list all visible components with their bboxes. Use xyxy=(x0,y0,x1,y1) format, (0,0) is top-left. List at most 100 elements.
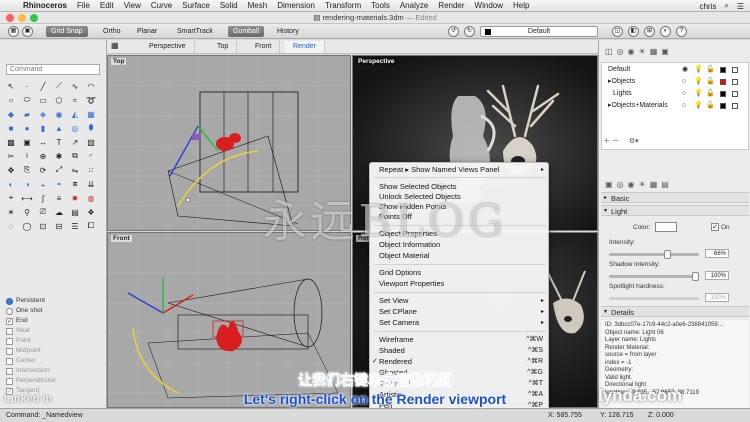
menu-item-object-material[interactable]: Object Material xyxy=(370,251,550,261)
osnap-perpendicular[interactable]: Perpendicular xyxy=(6,376,102,386)
lock-icon[interactable]: 🔓 xyxy=(706,101,715,111)
menu-dimension[interactable]: Dimension xyxy=(277,1,315,10)
menu-window[interactable]: Window xyxy=(475,1,503,10)
intensity-slider[interactable] xyxy=(609,250,699,259)
ortho-button[interactable]: Ortho xyxy=(98,26,126,37)
extrude-icon[interactable]: ▰ xyxy=(20,108,34,120)
show-icon[interactable]: ◯ xyxy=(20,220,34,232)
layer-material-swatch[interactable] xyxy=(732,67,738,73)
decal-props-icon[interactable]: ▤ xyxy=(661,180,669,189)
decal-icon[interactable]: ❖ xyxy=(84,206,98,218)
menu-item-set-cplane[interactable]: Set CPlane ▸ xyxy=(370,307,550,317)
plane-icon[interactable]: ◆ xyxy=(4,108,18,120)
layer-material-swatch[interactable] xyxy=(732,79,738,85)
lock-icon[interactable]: ⊡ xyxy=(36,220,50,232)
menu-item-repeat[interactable]: Repeat ▸ Show Named Views Panel ▸ xyxy=(370,165,550,175)
boolean-diff-icon[interactable]: ◑ xyxy=(20,178,34,190)
layer-color-swatch[interactable] xyxy=(720,67,726,73)
menu-curve[interactable]: Curve xyxy=(151,1,172,10)
menu-item-object-information[interactable]: Object Information xyxy=(370,240,550,250)
material-icon[interactable]: ◍ xyxy=(84,192,98,204)
arc-icon[interactable]: ◠ xyxy=(84,80,98,92)
layer-icon[interactable]: ☰ xyxy=(68,220,82,232)
camera-icon[interactable]: ⎚ xyxy=(36,206,50,218)
block-icon[interactable]: ⧠ xyxy=(84,220,98,232)
osnap-one-shot[interactable]: One shot xyxy=(6,306,102,316)
menu-item-set-view[interactable]: Set View ▸ xyxy=(370,296,550,306)
menu-surface[interactable]: Surface xyxy=(182,1,210,10)
array-icon[interactable]: ⁙ xyxy=(84,164,98,176)
viewport-label-top[interactable]: Top xyxy=(111,58,127,65)
osnap-midpoint[interactable]: Midpoint xyxy=(6,346,102,356)
sweep-icon[interactable]: ◭ xyxy=(68,108,82,120)
section-light[interactable]: ▾ Light xyxy=(601,205,749,216)
group-icon[interactable]: ⧉ xyxy=(68,150,82,162)
lock-icon[interactable]: 🔓 xyxy=(706,65,715,75)
close-window-button[interactable] xyxy=(6,14,14,22)
menu-item-shaded[interactable]: Shaded ^⌘S xyxy=(370,346,550,356)
layer-row-default[interactable]: Default ◉ 💡 🔓 xyxy=(602,65,750,75)
display-tab-icon[interactable]: ◎ xyxy=(617,47,624,56)
box-icon[interactable]: ■ xyxy=(4,122,18,134)
menu-view[interactable]: View xyxy=(124,1,141,10)
light-props-icon[interactable]: ☀ xyxy=(639,180,646,189)
freeform-icon[interactable]: ≈ xyxy=(68,94,82,106)
torus-icon[interactable]: ◎ xyxy=(68,122,82,134)
lock-icon[interactable]: 🔓 xyxy=(706,89,715,99)
planar-button[interactable]: Planar xyxy=(132,26,162,37)
tab-render[interactable]: Render xyxy=(285,41,325,53)
tab-front[interactable]: Front xyxy=(247,41,281,53)
ellipse-icon[interactable]: ⬭ xyxy=(20,94,34,106)
menu-analyze[interactable]: Analyze xyxy=(400,1,428,10)
select-icon[interactable]: ↖ xyxy=(4,80,18,92)
move-icon[interactable]: ✥ xyxy=(4,164,18,176)
polygon-icon[interactable]: ⬠ xyxy=(52,94,66,106)
object-tab-icon[interactable]: ▣ xyxy=(605,180,613,189)
circle-icon[interactable]: ○ xyxy=(4,94,18,106)
environment-icon[interactable]: ☁ xyxy=(52,206,66,218)
textures-tab-icon[interactable]: ▦ xyxy=(650,47,658,56)
leader-icon[interactable]: ↗ xyxy=(68,136,82,148)
visibility-icon[interactable]: 💡 xyxy=(694,89,703,99)
menu-app[interactable]: Rhinoceros xyxy=(23,1,67,10)
menu-item-object-properties[interactable]: Object Properties xyxy=(370,229,550,239)
osnap-near[interactable]: Near xyxy=(6,326,102,336)
zoom-window-button[interactable] xyxy=(30,14,38,22)
smarttrack-button[interactable]: SmartTrack xyxy=(172,26,218,37)
current-layer-icon[interactable]: ○ xyxy=(682,89,686,99)
hatch-icon[interactable]: ▨ xyxy=(84,136,98,148)
shadow-intensity-value[interactable]: 100% xyxy=(705,271,729,280)
explode-icon[interactable]: ✱ xyxy=(52,150,66,162)
menu-tools[interactable]: Tools xyxy=(371,1,390,10)
grid-snap-button[interactable]: Grid Snap xyxy=(46,26,88,37)
split-icon[interactable]: ⟊ xyxy=(20,150,34,162)
light-icon[interactable]: ☀ xyxy=(4,206,18,218)
viewport-top[interactable]: Top xyxy=(107,55,351,231)
osnap-persistent[interactable]: Persistent xyxy=(6,296,102,306)
render-icon[interactable]: ✹ xyxy=(68,192,82,204)
curvature-icon[interactable]: ∫ xyxy=(36,192,50,204)
viewport-layout-icon[interactable]: ▦ xyxy=(111,41,119,50)
layers-tab-icon[interactable]: ◫ xyxy=(605,47,613,56)
menu-transform[interactable]: Transform xyxy=(325,1,361,10)
polyline-icon[interactable]: ⟋ xyxy=(52,80,66,92)
menu-item-set-camera[interactable]: Set Camera ▸ xyxy=(370,318,550,328)
lights-tab-icon[interactable]: ☀ xyxy=(639,47,646,56)
boolean-union-icon[interactable]: ◐ xyxy=(4,178,18,190)
copy-icon[interactable]: ⎘ xyxy=(20,164,34,176)
current-layer-icon[interactable]: ◉ xyxy=(682,65,688,75)
properties-panel-icon[interactable]: ◧ xyxy=(628,26,639,37)
menu-item-show-selected-objects[interactable]: Show Selected Objects xyxy=(370,182,550,192)
pipe-icon[interactable]: ⬮ xyxy=(84,122,98,134)
grid-panel-icon[interactable]: ⊞ xyxy=(644,26,655,37)
gumball-button[interactable]: Gumball xyxy=(228,26,265,37)
point-icon[interactable]: · xyxy=(20,80,34,92)
render-panel-icon[interactable]: ◐ xyxy=(660,26,671,37)
redo-icon[interactable]: ↻ xyxy=(464,26,475,37)
zebra-icon[interactable]: ≡ xyxy=(52,192,66,204)
menu-item-rendered[interactable]: ✓ Rendered ^⌘R xyxy=(370,357,550,367)
layer-row-objects-materials[interactable]: ▸Objects+Materials ○ 💡 🔓 xyxy=(602,101,750,111)
helix-icon[interactable]: ➰ xyxy=(84,94,98,106)
menu-item-unlock-selected-objects[interactable]: Unlock Selected Objects xyxy=(370,192,550,202)
layout-icon[interactable]: ▦ xyxy=(8,26,19,37)
